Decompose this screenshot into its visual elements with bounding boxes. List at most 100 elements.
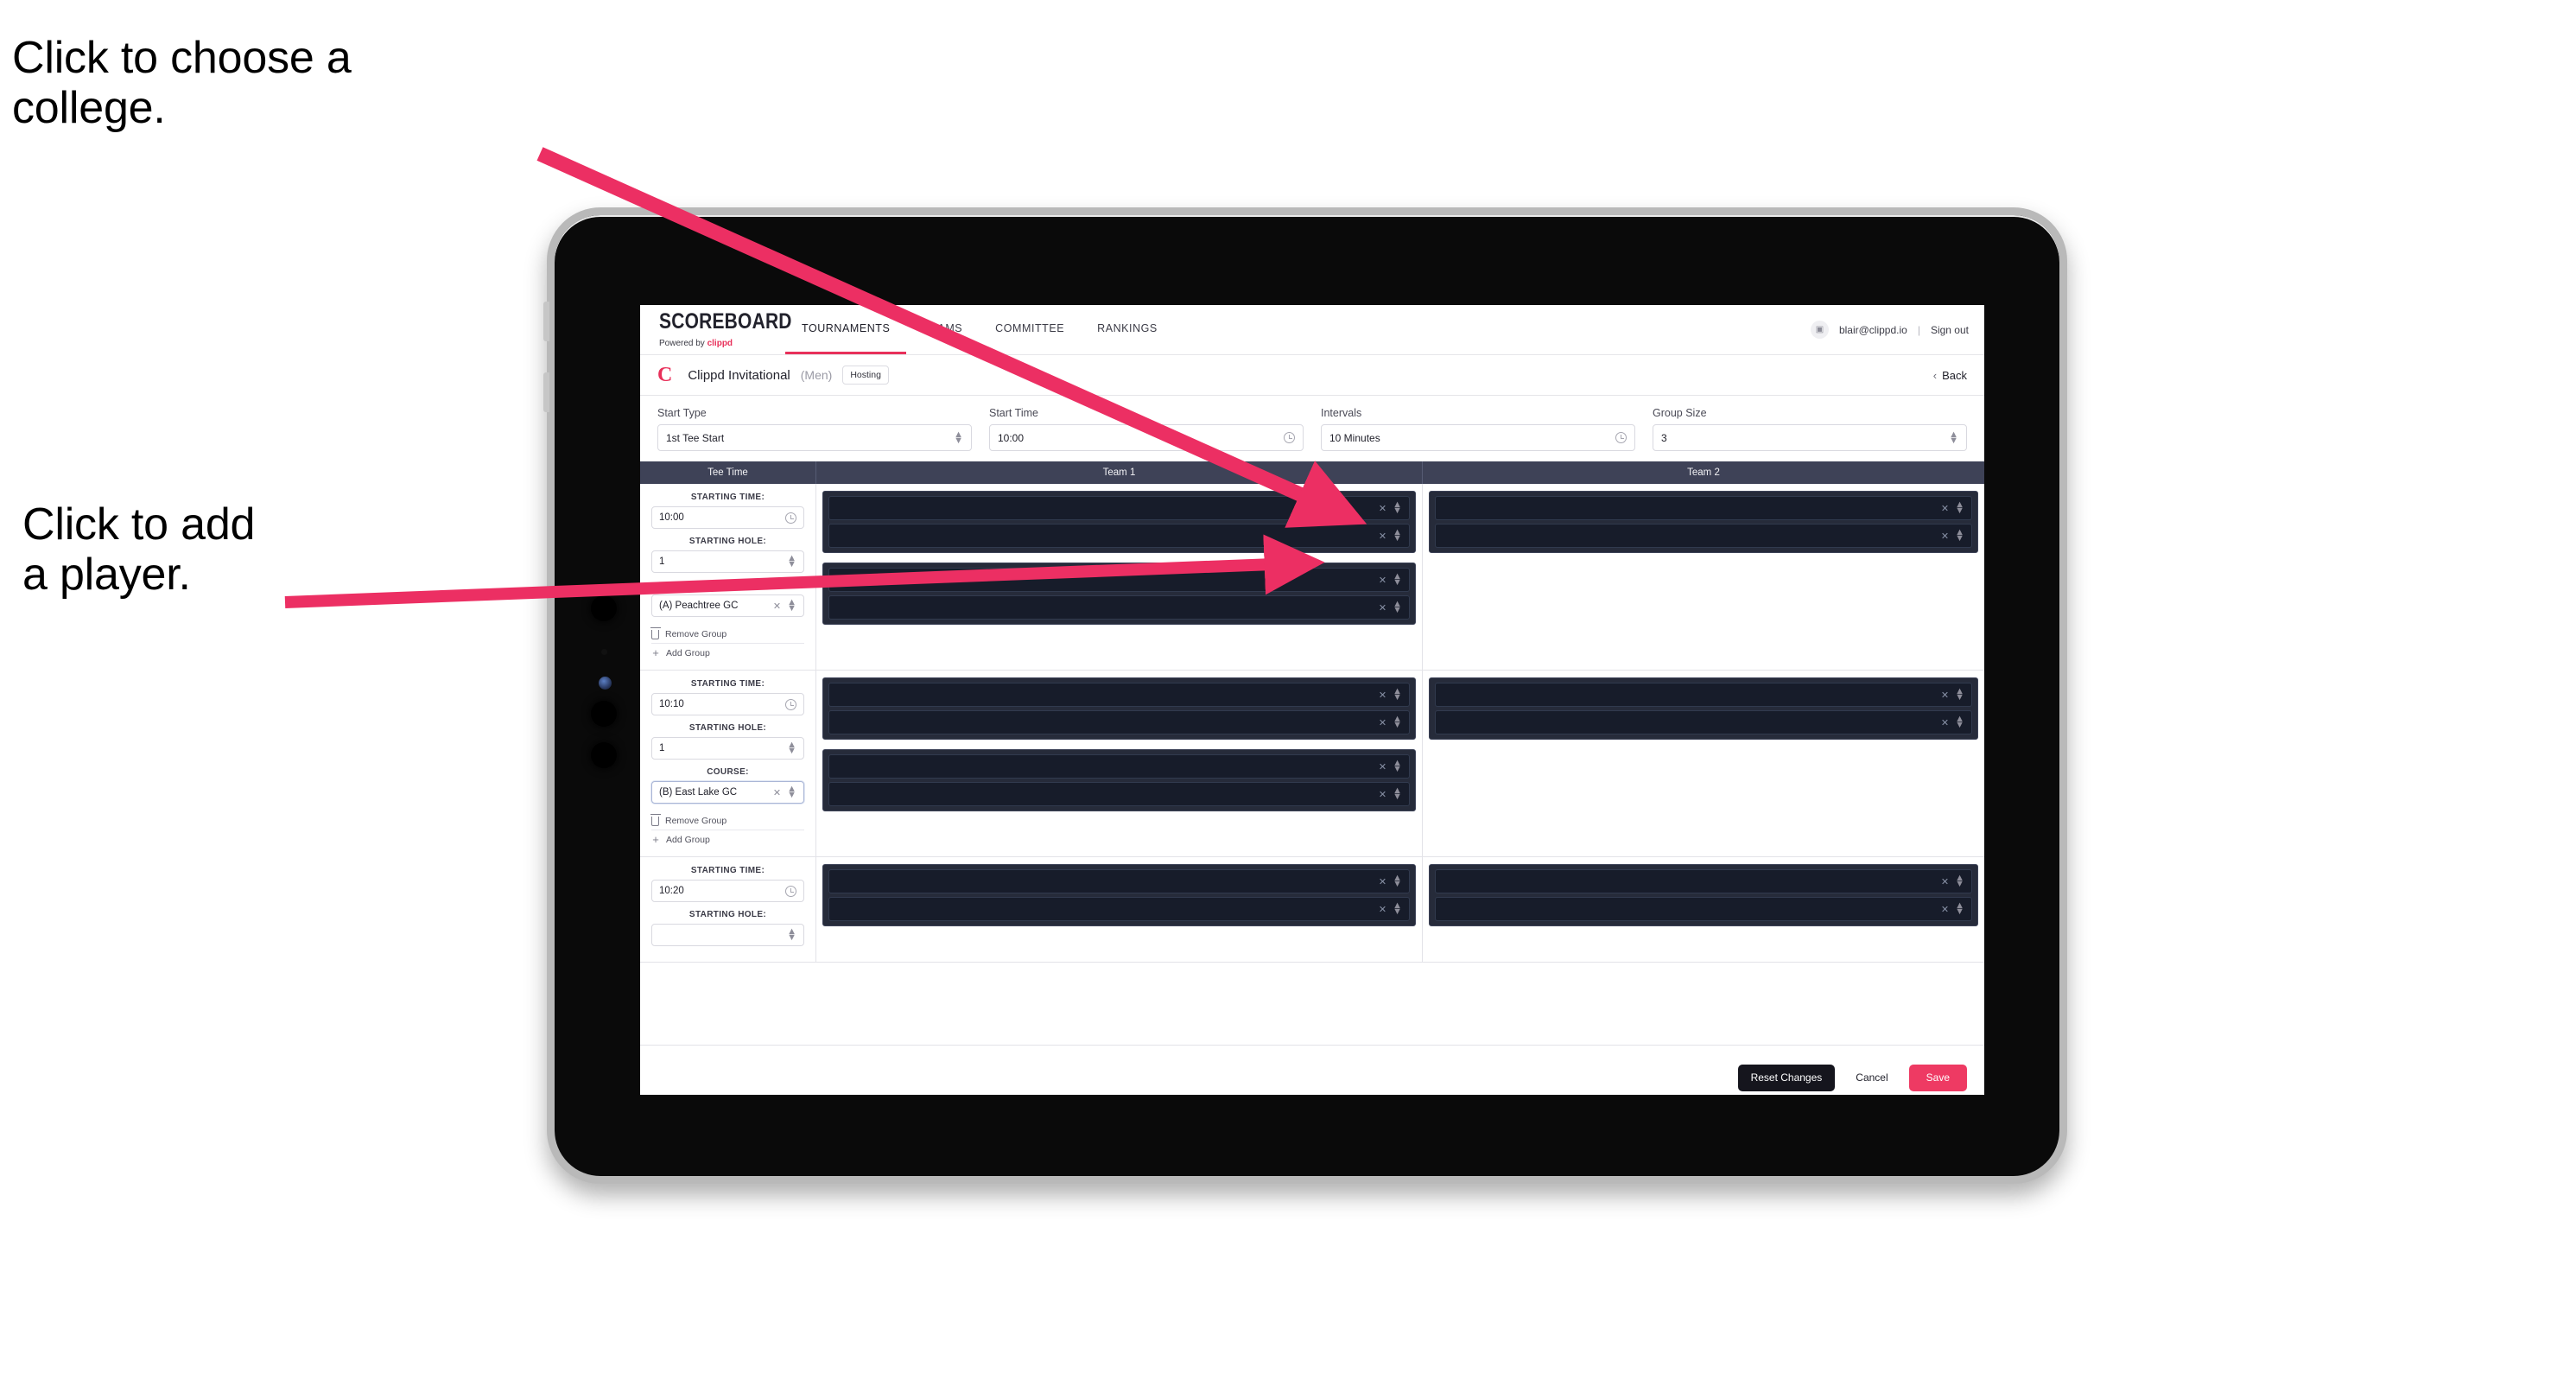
column-header-team-1: Team 1 (816, 461, 1423, 484)
player-name-field[interactable] (836, 683, 1379, 706)
player-slot-row[interactable]: ✕ ▲ ▼ (1435, 496, 1972, 520)
remove-player-icon[interactable]: ✕ (1379, 690, 1386, 701)
player-name-field[interactable] (1443, 683, 1941, 706)
player-slot-row[interactable]: ✕ ▲ ▼ (1435, 897, 1972, 921)
brand-logo[interactable]: SCOREBOARD Powered by clippd (640, 305, 791, 354)
start-time-value: 10:00 (998, 431, 1025, 444)
remove-player-icon[interactable]: ✕ (1941, 876, 1949, 887)
user-avatar-icon[interactable]: ▣ (1810, 321, 1829, 339)
player-name-field[interactable] (836, 755, 1379, 778)
player-slot-row[interactable]: ✕ ▲ ▼ (828, 683, 1410, 707)
player-name-field[interactable] (836, 569, 1379, 591)
save-button[interactable]: Save (1908, 1064, 1967, 1091)
player-slot-row[interactable]: ✕ ▲ ▼ (828, 869, 1410, 893)
sign-out-link[interactable]: Sign out (1931, 324, 1969, 336)
add-group-button[interactable]: + Add Group (651, 830, 804, 849)
player-slot-row[interactable]: ✕ ▲ ▼ (828, 710, 1410, 734)
remove-player-icon[interactable]: ✕ (1379, 602, 1386, 614)
intervals-input[interactable]: 10 Minutes (1321, 424, 1635, 451)
chevron-updown-icon[interactable]: ▲ ▼ (1393, 687, 1402, 703)
player-slot-row[interactable]: ✕ ▲ ▼ (1435, 683, 1972, 707)
remove-player-icon[interactable]: ✕ (1941, 717, 1949, 728)
chevron-updown-icon[interactable]: ▲ ▼ (1393, 528, 1402, 544)
starting-time-input[interactable]: 10:20 (651, 880, 804, 902)
remove-player-icon[interactable]: ✕ (1941, 690, 1949, 701)
remove-player-icon[interactable]: ✕ (1379, 717, 1386, 728)
clear-course-icon[interactable]: ✕ (773, 601, 781, 612)
course-select[interactable]: (A) Peachtree GC ✕ ▲ ▼ (651, 594, 804, 617)
reset-changes-button[interactable]: Reset Changes (1737, 1064, 1836, 1091)
chevron-left-icon: ‹ (1932, 368, 1938, 382)
starting-time-input[interactable]: 10:10 (651, 693, 804, 715)
chevron-updown-icon[interactable]: ▲ ▼ (1393, 715, 1402, 730)
column-header-team-2: Team 2 (1687, 467, 1720, 478)
remove-player-icon[interactable]: ✕ (1941, 904, 1949, 915)
remove-player-icon[interactable]: ✕ (1379, 531, 1386, 542)
chevron-updown-icon[interactable]: ▲ ▼ (1955, 687, 1964, 703)
player-slot-row[interactable]: ✕ ▲ ▼ (1435, 869, 1972, 893)
remove-player-icon[interactable]: ✕ (1379, 904, 1386, 915)
player-name-field[interactable] (836, 525, 1379, 547)
add-group-button[interactable]: + Add Group (651, 644, 804, 662)
start-time-input[interactable]: 10:00 (989, 424, 1304, 451)
tee-sheet-table-body[interactable]: STARTING TIME: 10:00 STARTING HOLE: 1 ▲ ▼… (640, 484, 1984, 1046)
player-slot-row[interactable]: ✕ ▲ ▼ (828, 568, 1410, 592)
player-slot-row[interactable]: ✕ ▲ ▼ (1435, 710, 1972, 734)
chevron-updown-icon[interactable]: ▲ ▼ (1393, 500, 1402, 516)
chevron-updown-icon[interactable]: ▲ ▼ (1955, 500, 1964, 516)
team-1-column: ✕ ▲ ▼ ✕ ▲ ▼ (816, 484, 1423, 670)
player-slot-row[interactable]: ✕ ▲ ▼ (828, 595, 1410, 620)
player-name-field[interactable] (836, 898, 1379, 920)
cancel-button[interactable]: Cancel (1843, 1065, 1900, 1091)
starting-hole-input[interactable]: 1 ▲ ▼ (651, 737, 804, 760)
player-name-field[interactable] (836, 711, 1379, 734)
chevron-updown-icon[interactable]: ▲ ▼ (1393, 901, 1402, 917)
nav-tab-teams[interactable]: TEAMS (906, 305, 979, 354)
chevron-updown-icon[interactable]: ▲ ▼ (1955, 715, 1964, 730)
chevron-updown-icon[interactable]: ▲ ▼ (1393, 874, 1402, 889)
chevron-updown-icon[interactable]: ▲ ▼ (1955, 874, 1964, 889)
remove-group-button[interactable]: Remove Group (650, 812, 804, 830)
remove-player-icon[interactable]: ✕ (1941, 503, 1949, 514)
player-slot-row[interactable]: ✕ ▲ ▼ (1435, 524, 1972, 548)
start-type-select[interactable]: 1st Tee Start ▲ ▼ (657, 424, 972, 451)
remove-player-icon[interactable]: ✕ (1379, 789, 1386, 800)
remove-player-icon[interactable]: ✕ (1379, 876, 1386, 887)
remove-player-icon[interactable]: ✕ (1379, 503, 1386, 514)
player-name-field[interactable] (1443, 898, 1941, 920)
group-size-select[interactable]: 3 ▲ ▼ (1653, 424, 1967, 451)
starting-hole-input[interactable]: ▲ ▼ (651, 924, 804, 946)
chevron-updown-icon[interactable]: ▲ ▼ (1393, 786, 1402, 802)
chevron-updown-icon[interactable]: ▲ ▼ (1955, 528, 1964, 544)
player-name-field[interactable] (836, 497, 1379, 519)
chevron-updown-icon[interactable]: ▲ ▼ (1393, 572, 1402, 588)
starting-hole-input[interactable]: 1 ▲ ▼ (651, 550, 804, 573)
player-slot-row[interactable]: ✕ ▲ ▼ (828, 782, 1410, 806)
chevron-updown-icon[interactable]: ▲ ▼ (1955, 901, 1964, 917)
player-name-field[interactable] (836, 596, 1379, 619)
player-name-field[interactable] (1443, 711, 1941, 734)
remove-player-icon[interactable]: ✕ (1941, 531, 1949, 542)
player-name-field[interactable] (1443, 870, 1941, 893)
player-slot-row[interactable]: ✕ ▲ ▼ (828, 897, 1410, 921)
player-name-field[interactable] (1443, 497, 1941, 519)
back-link[interactable]: ‹ Back (1933, 369, 1967, 382)
course-select[interactable]: (B) East Lake GC ✕ ▲ ▼ (651, 781, 804, 804)
clear-course-icon[interactable]: ✕ (773, 787, 781, 798)
player-slot-row[interactable]: ✕ ▲ ▼ (828, 754, 1410, 779)
player-slot-row[interactable]: ✕ ▲ ▼ (828, 496, 1410, 520)
player-slot-row[interactable]: ✕ ▲ ▼ (828, 524, 1410, 548)
starting-time-input[interactable]: 10:00 (651, 506, 804, 529)
nav-tab-tournaments[interactable]: TOURNAMENTS (785, 305, 907, 354)
nav-tab-rankings[interactable]: RANKINGS (1081, 305, 1174, 354)
remove-group-button[interactable]: Remove Group (650, 626, 804, 644)
remove-player-icon[interactable]: ✕ (1379, 575, 1386, 586)
nav-tab-committee[interactable]: COMMITTEE (979, 305, 1081, 354)
chevron-updown-icon[interactable]: ▲ ▼ (1393, 600, 1402, 615)
remove-player-icon[interactable]: ✕ (1379, 761, 1386, 772)
player-group: ✕ ▲ ▼ ✕ ▲ ▼ (822, 563, 1416, 625)
chevron-updown-icon[interactable]: ▲ ▼ (1393, 759, 1402, 774)
player-name-field[interactable] (836, 870, 1379, 893)
player-name-field[interactable] (1443, 525, 1941, 547)
player-name-field[interactable] (836, 783, 1379, 805)
